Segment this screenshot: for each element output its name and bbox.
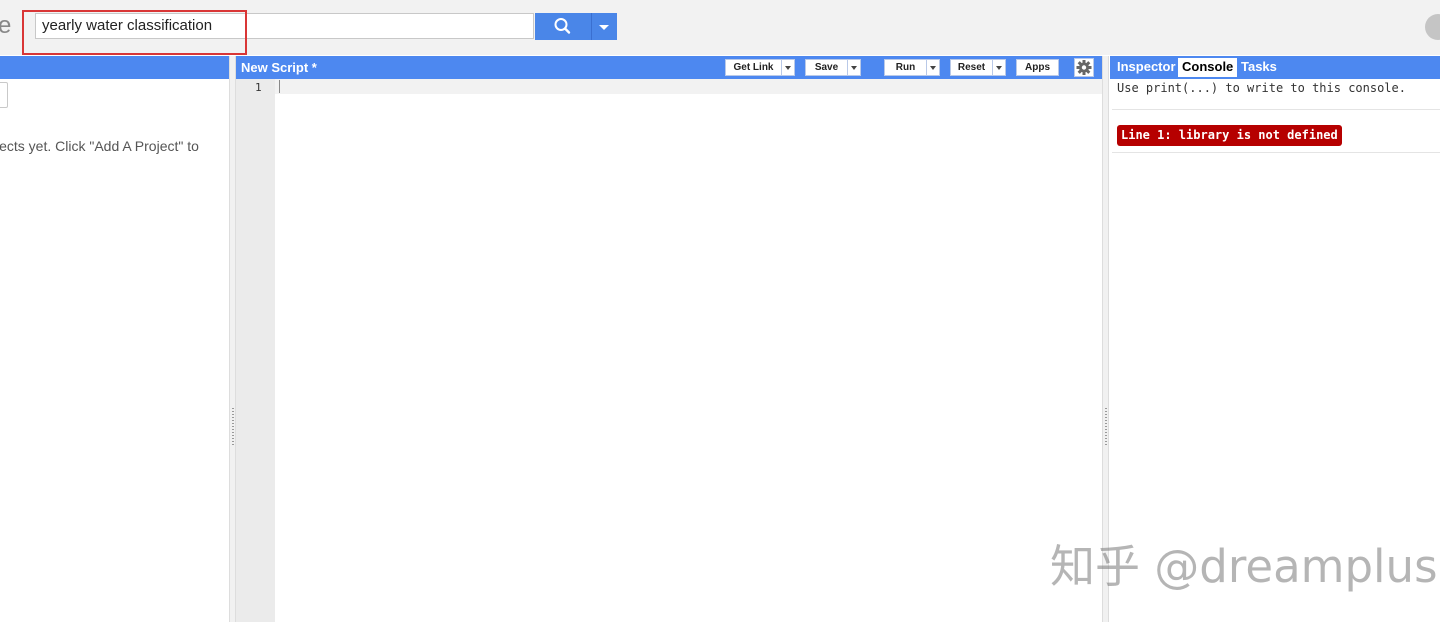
search-options-button[interactable] [591,13,617,40]
app-logo-fragment: e [0,12,12,39]
splitter-grip-icon [1105,408,1107,446]
script-title[interactable]: New Script * [241,60,317,75]
console-hint: Use print(...) to write to this console. [1117,81,1406,95]
reset-button[interactable]: Reset [950,59,993,76]
tab-inspector[interactable]: Inspector [1115,58,1178,77]
no-projects-message: jects yet. Click "Add A Project" to [0,138,199,154]
get-link-button[interactable]: Get Link [725,59,782,76]
console-divider [1112,109,1440,110]
new-repo-button[interactable] [0,82,8,108]
save-dropdown[interactable] [847,59,861,76]
settings-button[interactable] [1074,58,1094,77]
run-dropdown[interactable] [926,59,940,76]
gear-icon [1076,60,1092,75]
left-splitter[interactable] [229,56,236,622]
apps-button[interactable]: Apps [1016,59,1059,76]
tab-console[interactable]: Console [1178,58,1238,77]
scripts-panel [0,79,229,622]
annotation-highlight-box [22,10,247,55]
search-button[interactable] [535,13,591,40]
search-icon [554,18,571,34]
console-error-message: Line 1: library is not defined [1117,125,1342,146]
line-number-gutter [236,79,275,622]
code-editor[interactable] [275,94,1102,622]
save-button[interactable]: Save [805,59,848,76]
run-button[interactable]: Run [884,59,927,76]
line-number: 1 [255,81,262,94]
watermark: 知乎 @dreamplus [1050,540,1438,593]
active-line-highlight [275,79,1102,94]
text-cursor [279,80,280,93]
console-divider [1112,152,1440,153]
chevron-down-icon [599,25,609,30]
tab-tasks[interactable]: Tasks [1239,58,1279,77]
splitter-grip-icon [232,408,234,446]
left-panel-header [0,56,229,79]
reset-dropdown[interactable] [992,59,1006,76]
get-link-dropdown[interactable] [781,59,795,76]
